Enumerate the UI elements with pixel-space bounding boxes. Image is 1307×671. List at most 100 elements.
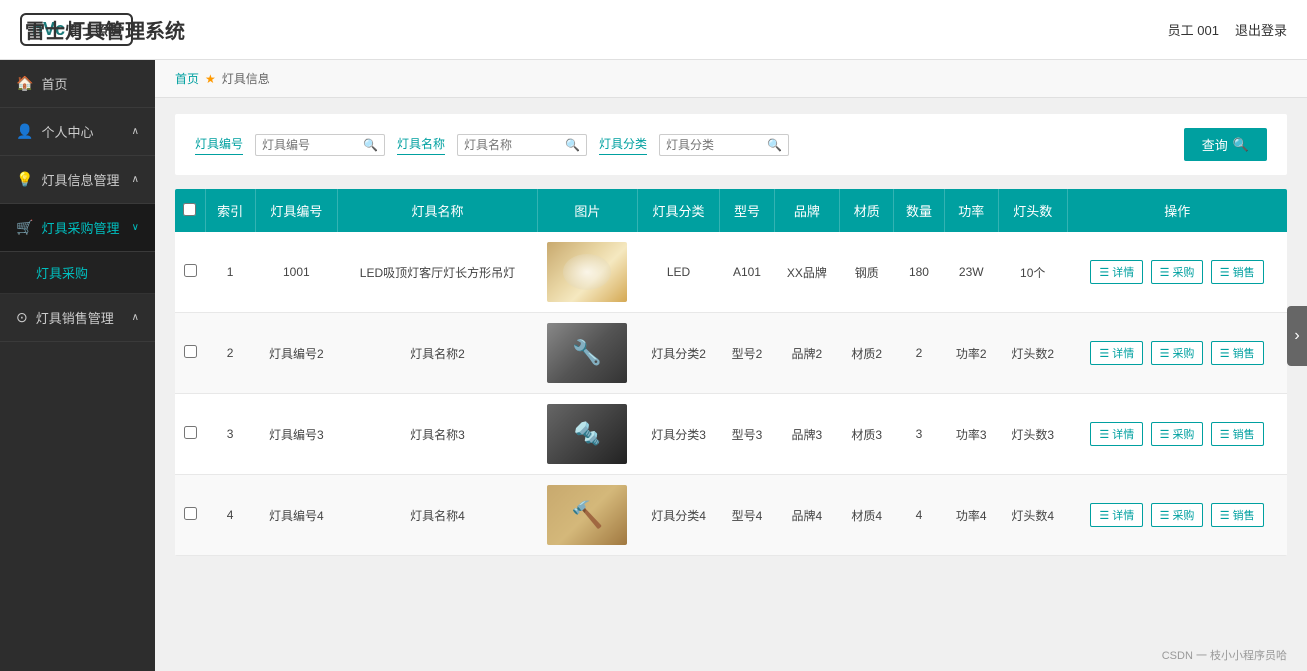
th-code: 灯具编号 — [255, 189, 337, 232]
row-image-cell — [537, 232, 637, 313]
row-quantity: 4 — [894, 475, 944, 556]
breadcrumb-current: 灯具信息 — [222, 70, 270, 87]
row-name: 灯具名称4 — [338, 475, 538, 556]
purchase-button[interactable]: ☰ 采购 — [1151, 422, 1204, 446]
sale-icon: ☰ — [1220, 266, 1230, 279]
product-image — [547, 323, 627, 383]
select-all-checkbox[interactable] — [183, 203, 196, 216]
purchase-button[interactable]: ☰ 采购 — [1151, 260, 1204, 284]
sidebar-home-label: 首页 — [41, 74, 67, 93]
row-model: 型号2 — [720, 313, 774, 394]
sidebar-personal-label: 个人中心 — [41, 122, 93, 141]
row-model: 型号3 — [720, 394, 774, 475]
row-power: 功率3 — [944, 394, 998, 475]
search-input-wrap-1[interactable]: 🔍 — [255, 134, 385, 156]
row-material: 材质2 — [839, 313, 893, 394]
row-material: 钢质 — [839, 232, 893, 313]
th-actions: 操作 — [1067, 189, 1287, 232]
product-image — [547, 404, 627, 464]
sidebar-item-personal[interactable]: 👤 个人中心 ∧ — [0, 108, 155, 156]
header: nVc 雷士照明 雷士灯具管理系统 员工 001 退出登录 — [0, 0, 1307, 60]
row-index: 4 — [205, 475, 255, 556]
sale-icon: ☰ — [1220, 509, 1230, 522]
sidebar-item-lamp-buy[interactable]: 灯具采购 — [0, 252, 155, 294]
row-checkbox[interactable] — [184, 426, 197, 439]
th-name: 灯具名称 — [338, 189, 538, 232]
detail-button[interactable]: ☰ 详情 — [1090, 260, 1143, 284]
sales-button[interactable]: ☰ 销售 — [1211, 341, 1264, 365]
breadcrumb-home-link[interactable]: 首页 — [175, 70, 199, 87]
th-power: 功率 — [944, 189, 998, 232]
personal-arrow-icon: ∧ — [132, 126, 139, 137]
search-input-wrap-2[interactable]: 🔍 — [457, 134, 587, 156]
sidebar-item-lamp-info[interactable]: 💡 灯具信息管理 ∧ — [0, 156, 155, 204]
sales-button[interactable]: ☰ 销售 — [1211, 260, 1264, 284]
cart-icon: ☰ — [1160, 428, 1170, 441]
lamp-purchase-icon: 🛒 — [16, 219, 33, 236]
sidebar-item-home[interactable]: 🏠 首页 — [0, 60, 155, 108]
row-model: A101 — [720, 232, 774, 313]
row-quantity: 2 — [894, 313, 944, 394]
product-image — [547, 242, 627, 302]
row-material: 材质4 — [839, 475, 893, 556]
home-icon: 🏠 — [16, 75, 33, 92]
search-input-1[interactable] — [262, 138, 363, 152]
search-btn-label: 查询 — [1202, 135, 1228, 154]
sidebar-item-lamp-purchase[interactable]: 🛒 灯具采购管理 ∨ — [0, 204, 155, 252]
purchase-button[interactable]: ☰ 采购 — [1151, 503, 1204, 527]
sales-button[interactable]: ☰ 销售 — [1211, 422, 1264, 446]
list-icon: ☰ — [1099, 266, 1109, 279]
lamp-sales-arrow-icon: ∧ — [132, 312, 139, 323]
row-checkbox[interactable] — [184, 264, 197, 277]
search-icon-3: 🔍 — [767, 138, 782, 152]
row-code: 灯具编号4 — [255, 475, 337, 556]
logout-button[interactable]: 退出登录 — [1235, 20, 1287, 39]
row-category: LED — [637, 232, 719, 313]
row-power: 功率2 — [944, 313, 998, 394]
row-quantity: 3 — [894, 394, 944, 475]
content-area: 灯具编号 🔍 灯具名称 🔍 灯具分类 🔍 — [155, 98, 1307, 572]
th-model: 型号 — [720, 189, 774, 232]
search-field-1: 灯具编号 — [195, 135, 243, 155]
cart-icon: ☰ — [1160, 266, 1170, 279]
search-button[interactable]: 查询 🔍 — [1184, 128, 1267, 161]
purchase-button[interactable]: ☰ 采购 — [1151, 341, 1204, 365]
row-category: 灯具分类4 — [637, 475, 719, 556]
breadcrumb: 首页 ★ 灯具信息 — [155, 60, 1307, 98]
row-actions: ☰ 详情 ☰ 采购 ☰ 销售 — [1067, 232, 1287, 313]
right-expand-button[interactable]: › — [1287, 306, 1307, 366]
search-label-2: 灯具名称 — [397, 135, 445, 155]
th-bulbs: 灯头数 — [998, 189, 1067, 232]
th-quantity: 数量 — [894, 189, 944, 232]
personal-icon: 👤 — [16, 123, 33, 140]
row-code: 1001 — [255, 232, 337, 313]
row-checkbox-cell — [175, 394, 205, 475]
row-image-cell — [537, 313, 637, 394]
row-quantity: 180 — [894, 232, 944, 313]
main-content: 首页 ★ 灯具信息 灯具编号 🔍 灯具名称 🔍 — [155, 60, 1307, 671]
product-image — [547, 485, 627, 545]
search-field-3: 灯具分类 — [599, 135, 647, 155]
list-icon: ☰ — [1099, 428, 1109, 441]
search-label-1: 灯具编号 — [195, 135, 243, 155]
search-input-wrap-3[interactable]: 🔍 — [659, 134, 789, 156]
row-bulbs: 10个 — [998, 232, 1067, 313]
sidebar-item-lamp-sales[interactable]: ⊙ 灯具销售管理 ∧ — [0, 294, 155, 342]
search-input-3[interactable] — [666, 138, 767, 152]
search-icon-1: 🔍 — [363, 138, 378, 152]
row-checkbox[interactable] — [184, 345, 197, 358]
search-bar: 灯具编号 🔍 灯具名称 🔍 灯具分类 🔍 — [175, 114, 1287, 175]
row-bulbs: 灯头数4 — [998, 475, 1067, 556]
detail-button[interactable]: ☰ 详情 — [1090, 341, 1143, 365]
detail-button[interactable]: ☰ 详情 — [1090, 503, 1143, 527]
row-material: 材质3 — [839, 394, 893, 475]
row-checkbox[interactable] — [184, 507, 197, 520]
row-bulbs: 灯头数2 — [998, 313, 1067, 394]
row-brand: 品牌4 — [774, 475, 839, 556]
sales-button[interactable]: ☰ 销售 — [1211, 503, 1264, 527]
row-checkbox-cell — [175, 313, 205, 394]
search-input-2[interactable] — [464, 138, 565, 152]
cart-icon: ☰ — [1160, 347, 1170, 360]
th-material: 材质 — [839, 189, 893, 232]
detail-button[interactable]: ☰ 详情 — [1090, 422, 1143, 446]
